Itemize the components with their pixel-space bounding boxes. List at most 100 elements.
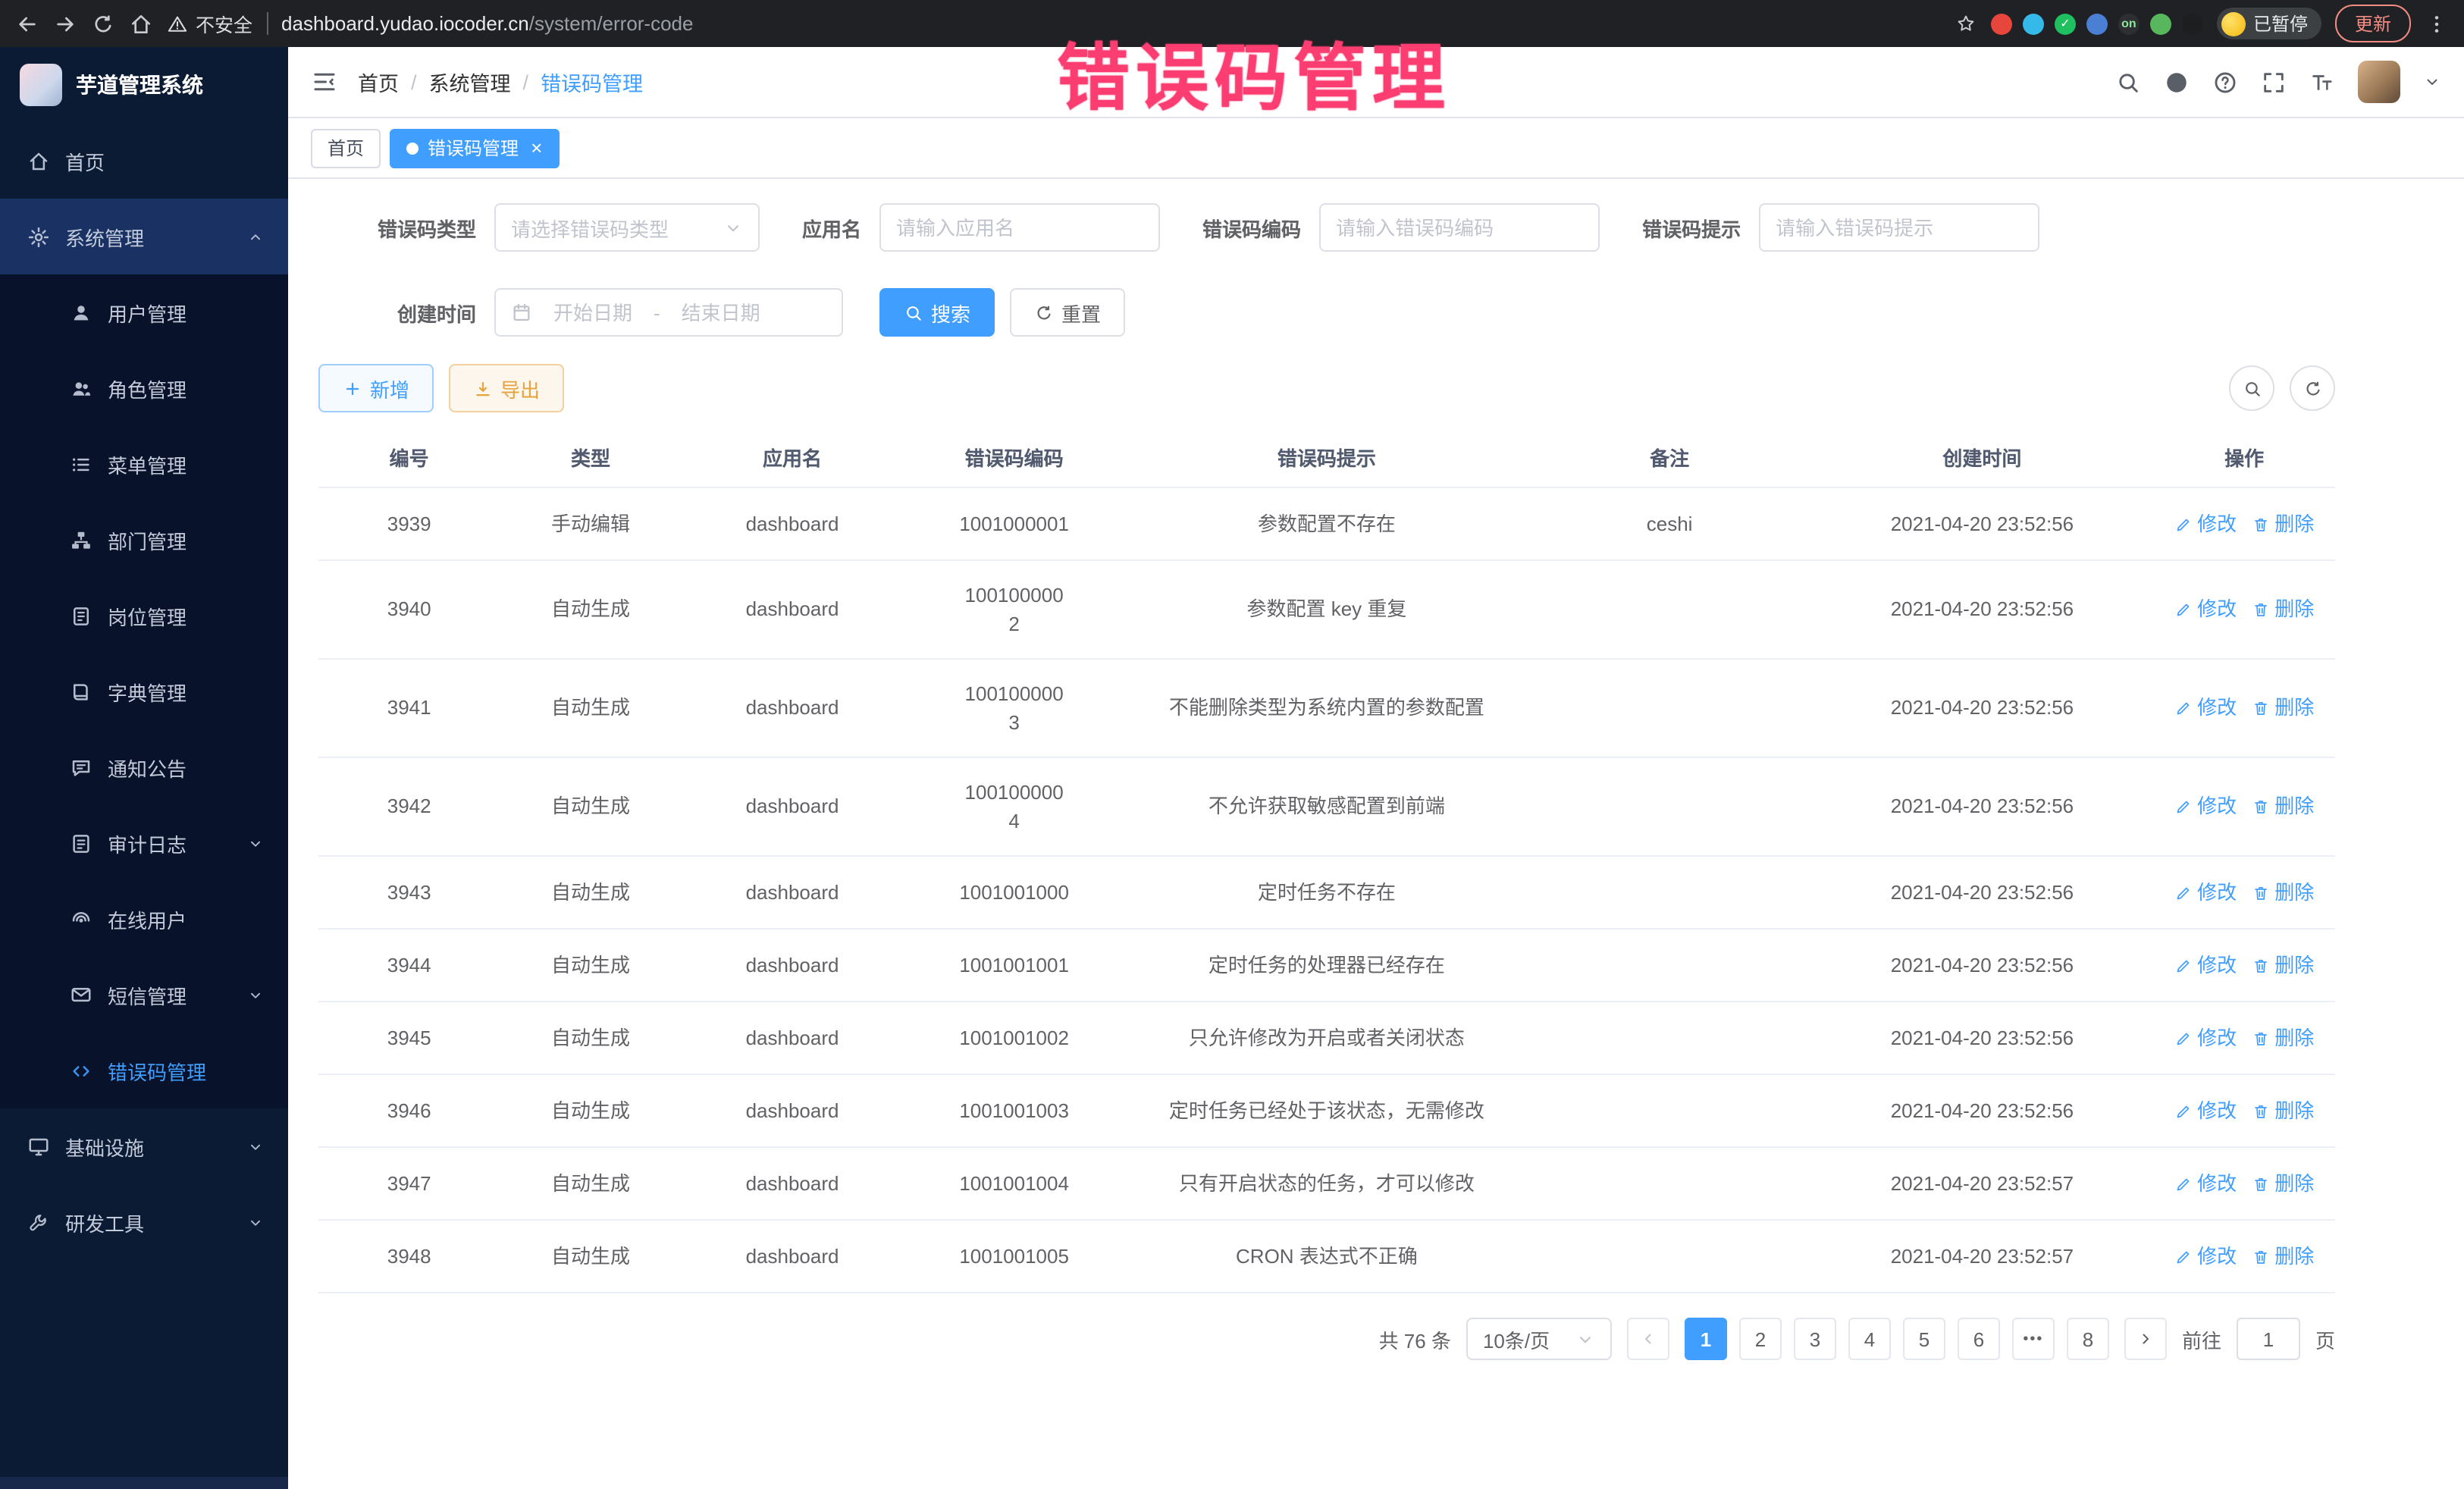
- edit-link[interactable]: 修改: [2174, 951, 2237, 980]
- sidebar-item-home[interactable]: 首页: [0, 123, 288, 199]
- delete-link[interactable]: 删除: [2252, 509, 2314, 539]
- edit-link[interactable]: 修改: [2174, 1242, 2237, 1271]
- extension-red-circle[interactable]: [1991, 13, 2012, 34]
- delete-link[interactable]: 删除: [2252, 792, 2314, 822]
- header-search-button[interactable]: [2115, 69, 2141, 95]
- github-button[interactable]: [2164, 69, 2190, 95]
- page-button-8[interactable]: 8: [2067, 1318, 2109, 1360]
- chrome-menu-button[interactable]: [2425, 11, 2449, 36]
- column-header[interactable]: 操作: [2154, 444, 2335, 474]
- delete-link[interactable]: 删除: [2252, 694, 2314, 723]
- edit-link[interactable]: 修改: [2174, 1096, 2237, 1126]
- sidebar-fold-button[interactable]: [311, 68, 338, 96]
- profile-badge[interactable]: 已暂停: [2217, 8, 2321, 39]
- sidebar-item-user[interactable]: 用户管理: [0, 274, 288, 350]
- page-ellipsis[interactable]: •••: [2012, 1318, 2055, 1360]
- error-type-select[interactable]: 请选择错误码类型: [494, 203, 760, 252]
- prev-page-button[interactable]: [1627, 1318, 1669, 1360]
- bookmark-star-button[interactable]: [1955, 12, 1977, 35]
- edit-link[interactable]: 修改: [2174, 509, 2237, 539]
- browser-reload-button[interactable]: [91, 11, 115, 36]
- user-avatar[interactable]: [2358, 61, 2400, 103]
- sidebar-item-post[interactable]: 岗位管理: [0, 578, 288, 654]
- page-size-select[interactable]: 10条/页: [1466, 1318, 1612, 1360]
- sidebar-item-menu[interactable]: 菜单管理: [0, 426, 288, 502]
- page-button-5[interactable]: 5: [1903, 1318, 1945, 1360]
- delete-link[interactable]: 删除: [2252, 878, 2314, 908]
- error-code-input[interactable]: [1319, 203, 1600, 252]
- sidebar-item-system[interactable]: 系统管理: [0, 199, 288, 274]
- edit-link[interactable]: 修改: [2174, 1023, 2237, 1053]
- edit-link[interactable]: 修改: [2174, 792, 2237, 822]
- sidebar-item-dept[interactable]: 部门管理: [0, 502, 288, 578]
- browser-back-button[interactable]: [15, 11, 39, 36]
- help-button[interactable]: [2212, 69, 2238, 95]
- extension-dark-on[interactable]: on: [2118, 13, 2140, 34]
- app-name-input[interactable]: [879, 203, 1160, 252]
- edit-link[interactable]: 修改: [2174, 1169, 2237, 1199]
- extension-black-puzzle[interactable]: [2182, 13, 2203, 34]
- breadcrumb-item[interactable]: 首页: [358, 67, 399, 97]
- chrome-update-button[interactable]: 更新: [2335, 5, 2411, 42]
- fullscreen-button[interactable]: [2261, 69, 2287, 95]
- close-tab-icon[interactable]: ×: [531, 138, 542, 158]
- page-button-3[interactable]: 3: [1794, 1318, 1836, 1360]
- security-chip[interactable]: 不安全: [167, 9, 252, 38]
- sidebar-item-online[interactable]: 在线用户: [0, 881, 288, 957]
- error-hint-input[interactable]: [1759, 203, 2039, 252]
- column-header[interactable]: 应用名: [682, 444, 904, 474]
- browser-home-button[interactable]: [129, 11, 153, 36]
- next-page-button[interactable]: [2124, 1318, 2167, 1360]
- page-button-2[interactable]: 2: [1739, 1318, 1782, 1360]
- end-date-input[interactable]: [671, 301, 771, 324]
- export-button[interactable]: 导出: [449, 364, 564, 412]
- search-button[interactable]: 搜索: [879, 288, 995, 337]
- sidebar-item-notice[interactable]: 通知公告: [0, 729, 288, 805]
- star-icon: [1955, 12, 1977, 35]
- trash-icon: [2252, 1102, 2270, 1120]
- font-size-button[interactable]: [2309, 69, 2335, 95]
- sidebar-item-devtool[interactable]: 研发工具: [0, 1184, 288, 1260]
- breadcrumb-item[interactable]: 系统管理: [429, 67, 511, 97]
- delete-link[interactable]: 删除: [2252, 951, 2314, 980]
- column-header[interactable]: 类型: [500, 444, 681, 474]
- user-menu-caret[interactable]: [2423, 73, 2441, 91]
- tab-0[interactable]: 首页: [311, 128, 381, 168]
- extension-color-grid[interactable]: [2086, 13, 2108, 34]
- start-date-input[interactable]: [543, 301, 643, 324]
- sidebar-item-audit[interactable]: 审计日志: [0, 805, 288, 881]
- column-header[interactable]: 备注: [1528, 444, 1810, 474]
- extension-green-leaf[interactable]: [2150, 13, 2171, 34]
- column-header[interactable]: 创建时间: [1810, 444, 2153, 474]
- goto-page-input[interactable]: [2237, 1318, 2300, 1360]
- date-range-picker[interactable]: -: [494, 288, 843, 337]
- browser-forward-button[interactable]: [53, 11, 77, 36]
- delete-link[interactable]: 删除: [2252, 1242, 2314, 1271]
- edit-link[interactable]: 修改: [2174, 595, 2237, 625]
- add-button[interactable]: 新增: [318, 364, 434, 412]
- logo[interactable]: 芋道管理系统: [0, 47, 288, 123]
- column-header[interactable]: 编号: [318, 444, 500, 474]
- reset-button[interactable]: 重置: [1010, 288, 1125, 337]
- edit-link[interactable]: 修改: [2174, 878, 2237, 908]
- page-button-6[interactable]: 6: [1958, 1318, 2000, 1360]
- delete-link[interactable]: 删除: [2252, 595, 2314, 625]
- delete-link[interactable]: 删除: [2252, 1169, 2314, 1199]
- edit-link[interactable]: 修改: [2174, 694, 2237, 723]
- column-header[interactable]: 错误码提示: [1125, 444, 1528, 474]
- extension-blue-drop[interactable]: [2023, 13, 2044, 34]
- sidebar-item-infra[interactable]: 基础设施: [0, 1108, 288, 1184]
- sidebar-item-errcode[interactable]: 错误码管理: [0, 1033, 288, 1108]
- delete-link[interactable]: 删除: [2252, 1023, 2314, 1053]
- delete-link[interactable]: 删除: [2252, 1096, 2314, 1126]
- sidebar-item-role[interactable]: 角色管理: [0, 350, 288, 426]
- column-header[interactable]: 错误码编码: [903, 444, 1125, 474]
- page-button-4[interactable]: 4: [1848, 1318, 1891, 1360]
- toggle-search-button[interactable]: [2229, 365, 2274, 411]
- sidebar-item-dict[interactable]: 字典管理: [0, 654, 288, 729]
- extension-green-check[interactable]: ✓: [2055, 13, 2076, 34]
- refresh-table-button[interactable]: [2290, 365, 2335, 411]
- tab-1[interactable]: 错误码管理×: [390, 128, 559, 168]
- page-button-1[interactable]: 1: [1685, 1318, 1727, 1360]
- sidebar-item-sms[interactable]: 短信管理: [0, 957, 288, 1033]
